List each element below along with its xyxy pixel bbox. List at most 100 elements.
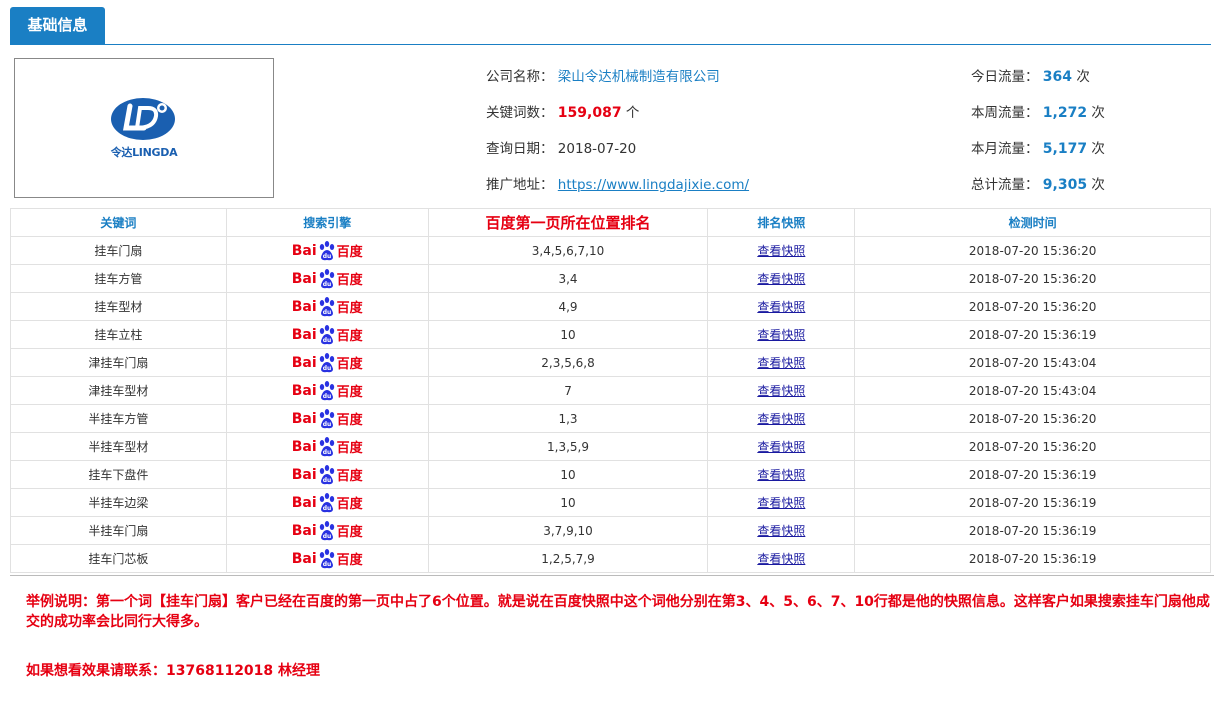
lingda-logo-icon bbox=[111, 98, 175, 140]
company-logo: 令达LINGDA bbox=[14, 58, 274, 198]
cell-snapshot: 查看快照 bbox=[707, 516, 856, 545]
cell-engine: Bai du 百度 bbox=[225, 236, 429, 265]
svg-text:du: du bbox=[322, 449, 331, 456]
cell-keyword: 半挂车门扇 bbox=[10, 516, 227, 545]
view-snapshot-link[interactable]: 查看快照 bbox=[757, 328, 805, 342]
cell-engine: Bai du 百度 bbox=[225, 460, 429, 489]
tab-basic-info[interactable]: 基础信息 bbox=[10, 7, 105, 44]
cell-keyword: 挂车立柱 bbox=[10, 320, 227, 349]
cell-engine: Bai du 百度 bbox=[225, 348, 429, 377]
cell-rank: 1,3 bbox=[427, 404, 709, 433]
baidu-paw-icon: du bbox=[319, 296, 334, 316]
baidu-logo-text-a: Bai bbox=[291, 326, 317, 343]
company-name-value[interactable]: 梁山令达机械制造有限公司 bbox=[558, 69, 720, 85]
baidu-logo-text-b: 百度 bbox=[336, 245, 363, 260]
cell-snapshot: 查看快照 bbox=[707, 376, 856, 405]
traffic-today-label: 今日流量： bbox=[971, 69, 1039, 85]
baidu-logo: Bai du 百度 bbox=[292, 492, 363, 514]
baidu-logo: Bai du 百度 bbox=[292, 296, 363, 318]
svg-text:du: du bbox=[322, 281, 331, 288]
cell-snapshot: 查看快照 bbox=[707, 404, 856, 433]
view-snapshot-link[interactable]: 查看快照 bbox=[757, 244, 805, 258]
table-row: 半挂车型材 Bai du 百度 1,3,5,9 查看快照 2018-07-20 15:36:… bbox=[10, 432, 1211, 461]
cell-snapshot: 查看快照 bbox=[707, 432, 856, 461]
cell-time: 2018-07-20 15:36:19 bbox=[854, 516, 1211, 545]
keyword-count-unit: 个 bbox=[625, 105, 640, 121]
cell-snapshot: 查看快照 bbox=[707, 236, 856, 265]
cell-time: 2018-07-20 15:36:20 bbox=[854, 404, 1211, 433]
traffic-month-row: 本月流量： 5,177 次 bbox=[971, 137, 1105, 157]
baidu-logo-text-b: 百度 bbox=[336, 413, 363, 428]
col-header-time: 检测时间 bbox=[854, 208, 1211, 237]
promo-url-label: 推广地址： bbox=[486, 177, 554, 193]
cell-rank: 10 bbox=[427, 488, 709, 517]
baidu-logo-text-b: 百度 bbox=[336, 357, 363, 372]
baidu-paw-icon: du bbox=[319, 240, 334, 260]
cell-snapshot: 查看快照 bbox=[707, 348, 856, 377]
view-snapshot-link[interactable]: 查看快照 bbox=[757, 356, 805, 370]
baidu-logo-text-a: Bai bbox=[291, 270, 317, 287]
cell-keyword: 挂车下盘件 bbox=[10, 460, 227, 489]
baidu-logo-text-a: Bai bbox=[291, 550, 317, 567]
traffic-month-label: 本月流量： bbox=[971, 141, 1039, 157]
view-snapshot-link[interactable]: 查看快照 bbox=[757, 552, 805, 566]
cell-snapshot: 查看快照 bbox=[707, 320, 856, 349]
promo-url-link[interactable]: https://www.lingdajixie.com/ bbox=[558, 177, 749, 193]
svg-text:du: du bbox=[322, 421, 331, 428]
view-snapshot-link[interactable]: 查看快照 bbox=[757, 272, 805, 286]
traffic-today-row: 今日流量： 364 次 bbox=[971, 65, 1090, 85]
cell-keyword: 半挂车型材 bbox=[10, 432, 227, 461]
keyword-count-label: 关键词数： bbox=[486, 105, 554, 121]
cell-engine: Bai du 百度 bbox=[225, 292, 429, 321]
baidu-logo: Bai du 百度 bbox=[292, 380, 363, 402]
view-snapshot-link[interactable]: 查看快照 bbox=[757, 496, 805, 510]
baidu-logo: Bai du 百度 bbox=[292, 268, 363, 290]
baidu-logo-text-b: 百度 bbox=[336, 553, 363, 568]
cell-keyword: 半挂车边梁 bbox=[10, 488, 227, 517]
cell-engine: Bai du 百度 bbox=[225, 544, 429, 573]
view-snapshot-link[interactable]: 查看快照 bbox=[757, 440, 805, 454]
traffic-total-row: 总计流量： 9,305 次 bbox=[971, 173, 1105, 193]
traffic-total-value: 9,305 bbox=[1042, 177, 1088, 193]
query-date-value: 2018-07-20 bbox=[557, 141, 637, 157]
traffic-month-value: 5,177 bbox=[1042, 141, 1088, 157]
cell-time: 2018-07-20 15:36:19 bbox=[854, 488, 1211, 517]
tab-bar: 基础信息 bbox=[10, 7, 1211, 45]
baidu-logo: Bai du 百度 bbox=[292, 436, 363, 458]
baidu-logo: Bai du 百度 bbox=[292, 408, 363, 430]
cell-rank: 2,3,5,6,8 bbox=[427, 348, 709, 377]
baidu-logo-text-a: Bai bbox=[291, 298, 317, 315]
cell-keyword: 挂车方管 bbox=[10, 264, 227, 293]
query-date-row: 查询日期： 2018-07-20 bbox=[486, 137, 636, 157]
divider bbox=[10, 575, 1214, 576]
view-snapshot-link[interactable]: 查看快照 bbox=[757, 412, 805, 426]
svg-text:du: du bbox=[322, 533, 331, 540]
example-note: 举例说明：第一个词【挂车门扇】客户已经在百度的第一页中占了6个位置。就是说在百度… bbox=[26, 594, 1210, 630]
traffic-total-label: 总计流量： bbox=[971, 177, 1039, 193]
view-snapshot-link[interactable]: 查看快照 bbox=[757, 384, 805, 398]
svg-text:du: du bbox=[322, 365, 331, 372]
table-row: 半挂车边梁 Bai du 百度 10 查看快照 2018-07-20 15:36:19 bbox=[10, 488, 1211, 517]
cell-time: 2018-07-20 15:36:20 bbox=[854, 236, 1211, 265]
contact-info: 如果想看效果请联系：13768112018 林经理 bbox=[26, 663, 321, 679]
baidu-logo-text-a: Bai bbox=[291, 354, 317, 371]
baidu-logo: Bai du 百度 bbox=[292, 548, 363, 570]
cell-rank: 3,4 bbox=[427, 264, 709, 293]
view-snapshot-link[interactable]: 查看快照 bbox=[757, 300, 805, 314]
traffic-today-value: 364 bbox=[1042, 69, 1073, 85]
cell-rank: 7 bbox=[427, 376, 709, 405]
baidu-logo: Bai du 百度 bbox=[292, 520, 363, 542]
cell-time: 2018-07-20 15:36:20 bbox=[854, 264, 1211, 293]
cell-keyword: 挂车型材 bbox=[10, 292, 227, 321]
cell-time: 2018-07-20 15:36:20 bbox=[854, 292, 1211, 321]
view-snapshot-link[interactable]: 查看快照 bbox=[757, 468, 805, 482]
cell-time: 2018-07-20 15:36:20 bbox=[854, 432, 1211, 461]
traffic-month-unit: 次 bbox=[1091, 141, 1105, 157]
cell-rank: 3,4,5,6,7,10 bbox=[427, 236, 709, 265]
baidu-paw-icon: du bbox=[319, 436, 334, 456]
cell-rank: 10 bbox=[427, 320, 709, 349]
view-snapshot-link[interactable]: 查看快照 bbox=[757, 524, 805, 538]
cell-engine: Bai du 百度 bbox=[225, 376, 429, 405]
baidu-logo-text-b: 百度 bbox=[336, 525, 363, 540]
table-row: 挂车方管 Bai du 百度 3,4 查看快照 2018-07-20 15:36:20 bbox=[10, 264, 1211, 293]
